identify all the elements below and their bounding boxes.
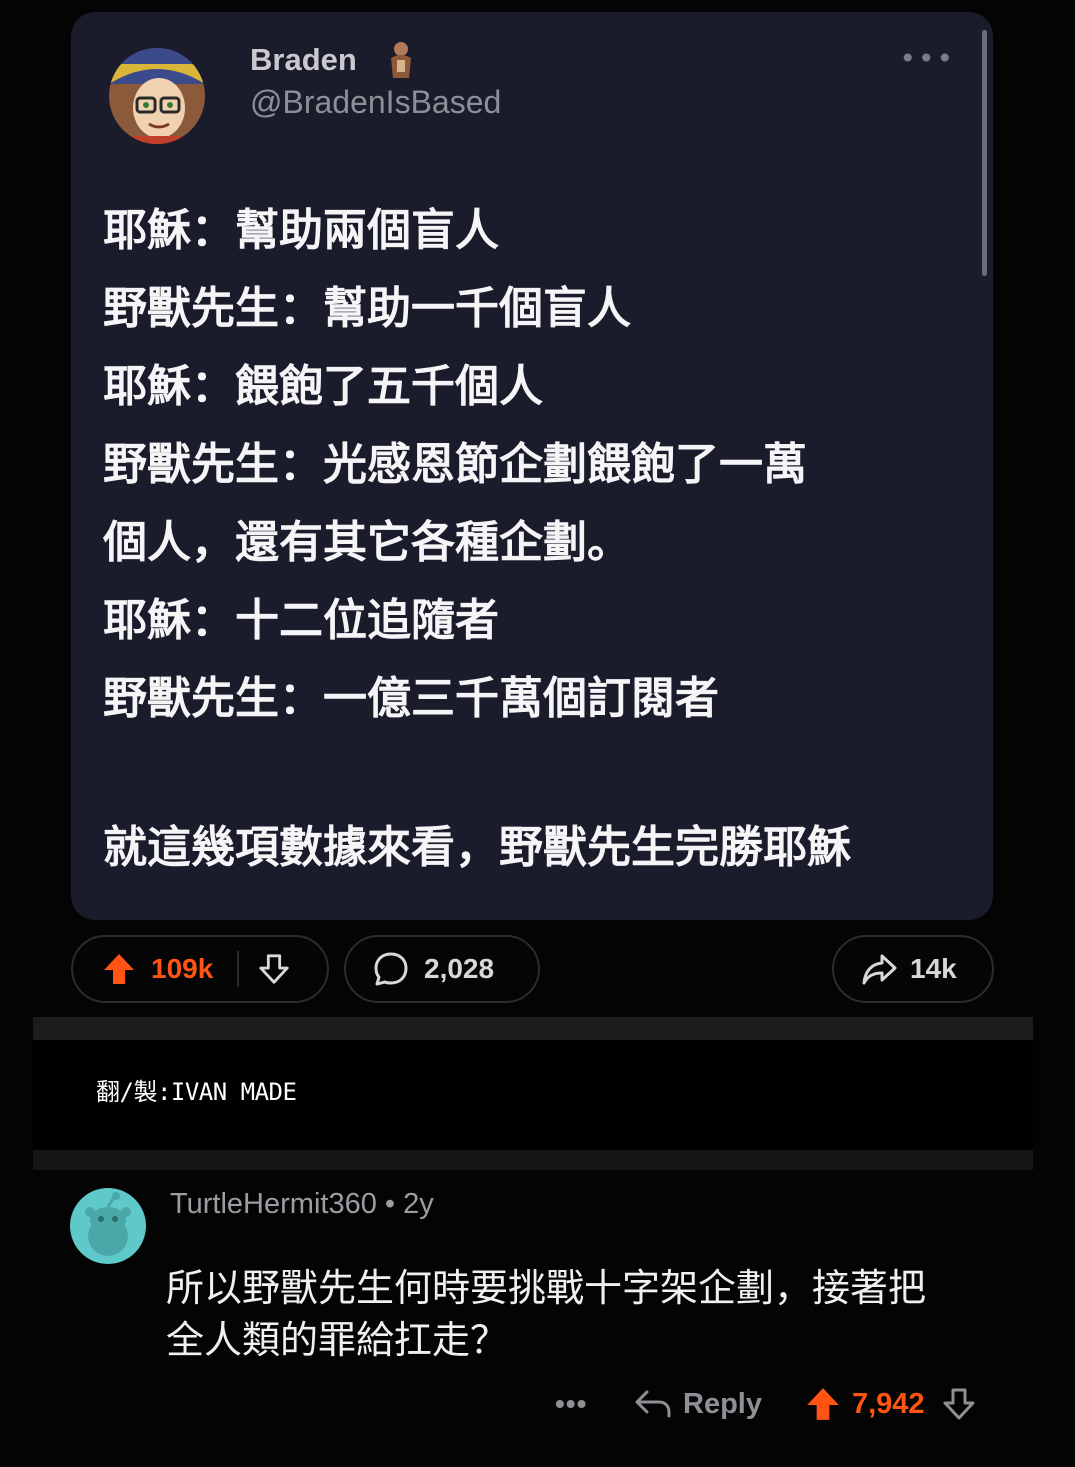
tweet-conclusion: 就這幾項數據來看，野獸先生完勝耶穌 bbox=[103, 822, 851, 873]
share-button[interactable]: 14k bbox=[832, 935, 994, 1003]
comment-body: 所以野獸先生何時要挑戰十字架企劃，接著把 全人類的罪給扛走？ bbox=[166, 1262, 1026, 1366]
comment-actions: ••• Reply 7,942 bbox=[555, 1378, 1005, 1430]
comment-age: 2y bbox=[403, 1188, 434, 1220]
comment-line: 全人類的罪給扛走？ bbox=[166, 1318, 509, 1362]
comment-bubble-icon bbox=[374, 952, 408, 986]
figure-emoji-icon bbox=[391, 42, 411, 78]
screenshot: Braden @BradenIsBased ••• 耶穌：幫助兩個盲人 野獸先生… bbox=[0, 0, 1075, 1467]
tweet-line: 個人，還有其它各種企劃。 bbox=[103, 517, 631, 568]
reply-button[interactable]: Reply bbox=[683, 1388, 762, 1421]
comment-count: 2,028 bbox=[424, 953, 495, 984]
share-arrow-icon bbox=[862, 954, 897, 985]
tweet-line: 野獸先生：幫助一千個盲人 bbox=[103, 283, 631, 334]
upvote-arrow-icon[interactable] bbox=[101, 951, 137, 987]
comment-more-button[interactable]: ••• bbox=[555, 1388, 601, 1420]
anime-avatar-image bbox=[109, 48, 205, 144]
tweet-line: 耶穌：餵飽了五千個人 bbox=[103, 361, 543, 412]
tweet-line: 耶穌：十二位追隨者 bbox=[103, 595, 499, 646]
translator-credit: 翻/製:IVAN MADE bbox=[96, 1078, 297, 1106]
scrollbar[interactable] bbox=[982, 30, 987, 276]
reply-arrow-icon[interactable] bbox=[633, 1386, 673, 1422]
comment-downvote-icon[interactable] bbox=[941, 1386, 977, 1422]
comment-score: 7,942 bbox=[851, 1387, 925, 1420]
commenter-avatar[interactable] bbox=[70, 1188, 146, 1264]
tweet-line: 野獸先生：一億三千萬個訂閱者 bbox=[103, 673, 719, 724]
author-avatar[interactable] bbox=[109, 24, 205, 156]
comments-button[interactable]: 2,028 bbox=[344, 935, 540, 1003]
author-handle[interactable]: @BradenIsBased bbox=[250, 84, 501, 121]
share-count: 14k bbox=[910, 953, 957, 984]
separator-band bbox=[33, 1150, 1033, 1170]
tweet-text: 耶穌：幫助兩個盲人 野獸先生：幫助一千個盲人 耶穌：餵飽了五千個人 野獸先生：光… bbox=[103, 192, 963, 738]
separator-band bbox=[33, 1017, 1033, 1041]
comment-author[interactable]: TurtleHermit360 bbox=[170, 1188, 377, 1220]
tweet-card: Braden @BradenIsBased ••• 耶穌：幫助兩個盲人 野獸先生… bbox=[71, 12, 993, 920]
comment-author-line: TurtleHermit360 • 2y bbox=[170, 1188, 434, 1221]
upvote-count: 109k bbox=[151, 953, 214, 984]
comment-line: 所以野獸先生何時要挑戰十字架企劃，接著把 bbox=[166, 1266, 927, 1310]
more-options-button[interactable]: ••• bbox=[899, 42, 955, 75]
author-name[interactable]: Braden bbox=[250, 42, 357, 78]
downvote-arrow-icon[interactable] bbox=[257, 952, 291, 986]
comment-upvote-icon[interactable] bbox=[804, 1385, 842, 1423]
divider bbox=[237, 951, 240, 987]
tweet-line: 耶穌：幫助兩個盲人 bbox=[103, 205, 499, 256]
tweet-line: 野獸先生：光感恩節企劃餵飽了一萬 bbox=[103, 439, 807, 490]
meta-separator: • bbox=[384, 1188, 396, 1220]
vote-control: 109k bbox=[71, 935, 329, 1003]
